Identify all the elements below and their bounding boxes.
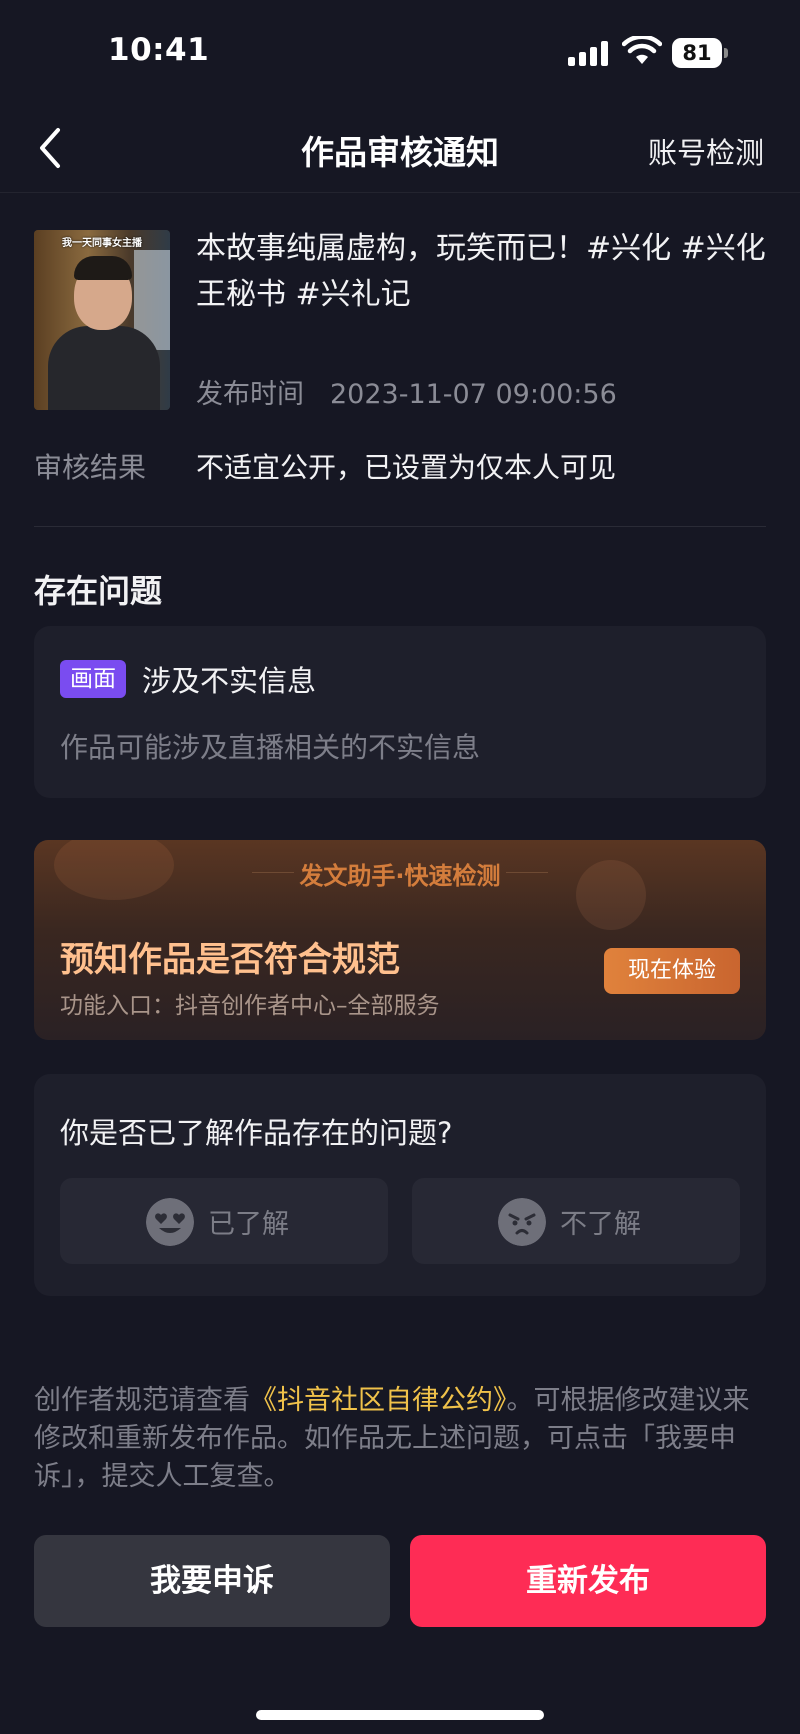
feedback-card: 你是否已了解作品存在的问题? 已了解 不了解 [34,1074,766,1296]
issue-tag: 画面 [60,660,126,698]
assistant-subtitle: 功能入口：抖音创作者中心–全部服务 [60,993,440,1019]
divider [0,192,800,193]
assistant-header: 发文助手·快速检测 [299,862,501,890]
status-bar: 10:41 81 [0,0,800,100]
publish-label: 发布时间 [196,379,304,410]
review-result: 审核结果 不适宜公开，已设置为仅本人可见 [34,446,616,486]
account-check-button[interactable]: 账号检测 [648,130,764,172]
publish-time: 2023-11-07 09:00:56 [330,379,617,410]
status-time: 10:41 [108,32,210,68]
issue-description: 作品可能涉及直播相关的不实信息 [60,731,481,764]
home-indicator[interactable] [256,1710,544,1720]
community-convention-link[interactable]: 《抖音社区自律公约》 [250,1385,507,1416]
divider [506,872,548,873]
heart-eyes-face-icon [146,1198,194,1246]
not-understood-button[interactable]: 不了解 [412,1178,740,1264]
video-title: 本故事纯属虚构，玩笑而已！#兴化 #兴化王秘书 #兴礼记 [196,231,766,312]
assistant-banner[interactable]: 发文助手·快速检测 预知作品是否符合规范 功能入口：抖音创作者中心–全部服务 现… [34,840,766,1040]
divider [34,526,766,527]
publish-info: 发布时间 2023-11-07 09:00:56 [196,372,617,411]
not-understood-label: 不了解 [560,1209,641,1240]
footer-note: 创作者规范请查看《抖音社区自律公约》。可根据修改建议来修改和重新发布作品。如作品… [34,1382,774,1496]
navigation-bar: 作品审核通知 账号检测 [0,110,800,186]
review-value: 不适宜公开，已设置为仅本人可见 [196,451,617,484]
issue-card: 画面 涉及不实信息 作品可能涉及直播相关的不实信息 [34,626,766,798]
republish-button[interactable]: 重新发布 [410,1535,766,1627]
review-notice-screen: 10:41 81 作品审核通知 账号检测 我一天同事女主播 本故事纯属虚构，玩笑… [0,0,800,1734]
wifi-icon [622,36,662,64]
issues-heading: 存在问题 [34,572,163,610]
battery-icon: 81 [672,38,728,68]
review-label: 审核结果 [34,451,147,484]
understood-label: 已了解 [208,1209,289,1240]
signal-icon [568,40,610,66]
assistant-title: 预知作品是否符合规范 [60,940,400,980]
understood-button[interactable]: 已了解 [60,1178,388,1264]
appeal-button[interactable]: 我要申诉 [34,1535,390,1627]
battery-level: 81 [672,38,722,68]
footer-note-text: 创作者规范请查看 [34,1385,250,1416]
angry-face-icon [498,1198,546,1246]
try-now-button[interactable]: 现在体验 [604,948,740,994]
thumbnail-caption: 我一天同事女主播 [62,238,142,249]
issue-title: 涉及不实信息 [142,664,317,698]
feedback-question: 你是否已了解作品存在的问题? [60,1116,453,1150]
video-thumbnail[interactable]: 我一天同事女主播 [34,230,170,410]
